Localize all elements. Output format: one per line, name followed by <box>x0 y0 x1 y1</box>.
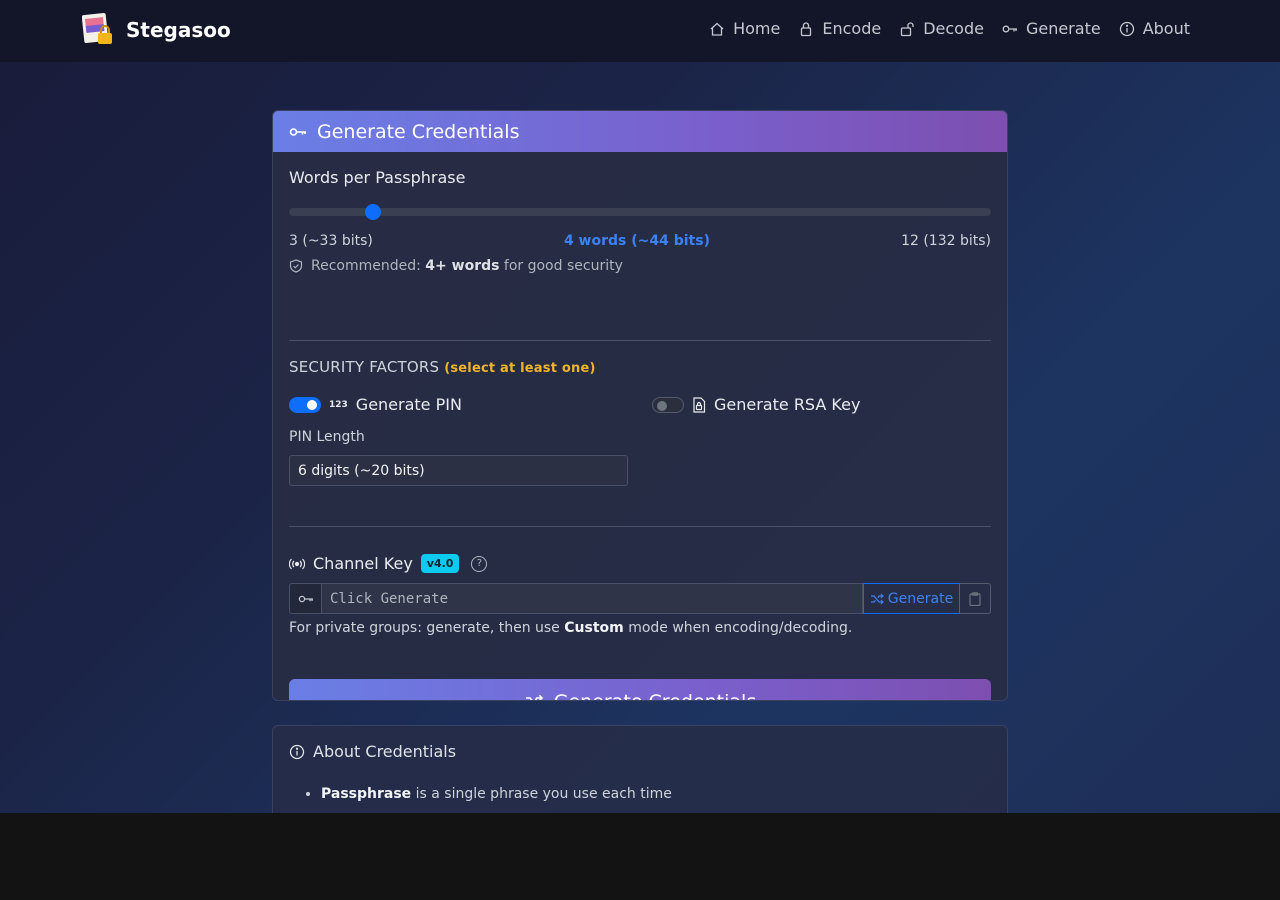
divider <box>289 340 991 341</box>
channel-generate-label: Generate <box>887 590 954 607</box>
shuffle-icon <box>870 593 884 604</box>
lock-icon <box>801 21 812 36</box>
recommend-prefix: Recommended: <box>311 258 421 274</box>
nav-links: Home Encode Decode Generate About <box>709 19 1190 38</box>
brand[interactable]: Stegasoo <box>81 13 231 47</box>
copy-button[interactable] <box>960 583 991 614</box>
security-title-text: SECURITY FACTORS <box>289 358 440 376</box>
words-slider[interactable] <box>289 204 991 220</box>
rsa-toggle-row[interactable]: Generate RSA Key <box>652 395 860 414</box>
nav-about[interactable]: About <box>1119 19 1190 38</box>
rsa-toggle[interactable] <box>652 396 684 413</box>
channel-key-input[interactable]: Click Generate <box>321 583 863 614</box>
nav-generate-label: Generate <box>1025 19 1101 38</box>
about-card: About Credentials Passphrase is a single… <box>272 725 1008 813</box>
divider <box>289 526 991 527</box>
channel-key-placeholder: Click Generate <box>330 590 449 607</box>
slider-thumb[interactable] <box>365 204 382 220</box>
brand-name: Stegasoo <box>126 18 231 42</box>
numbers-icon: 123 <box>329 399 348 410</box>
about-item-text: is a single phrase you use each time <box>415 786 672 802</box>
key-icon <box>1002 25 1017 32</box>
help-bold: Custom <box>564 620 624 636</box>
broadcast-icon <box>289 558 305 569</box>
channel-key-row: Channel Key v4.0 ? <box>289 554 488 573</box>
toggle-knob <box>657 400 667 411</box>
nav-home-label: Home <box>733 19 781 38</box>
security-note: (select at least one) <box>444 361 596 376</box>
nav-home[interactable]: Home <box>709 19 780 38</box>
info-icon <box>289 744 305 759</box>
stegasoo-logo-icon <box>81 13 116 47</box>
recommend-bold: 4+ words <box>425 258 500 274</box>
help-suffix: mode when encoding/decoding. <box>628 620 853 636</box>
words-label: Words per Passphrase <box>289 168 466 187</box>
shuffle-icon <box>525 694 543 700</box>
recommend-suffix: for good security <box>503 258 623 274</box>
nav-decode-label: Decode <box>923 19 984 38</box>
question-circle-icon[interactable]: ? <box>471 555 488 572</box>
home-icon <box>710 22 724 36</box>
generate-card-body: Words per Passphrase 3 (~33 bits) 4 word… <box>273 152 1007 700</box>
bottom-strip <box>0 813 1280 900</box>
key-icon <box>289 583 321 614</box>
slider-labels: 3 (~33 bits) 4 words (~44 bits) 12 (132 … <box>289 233 991 249</box>
pin-length-select[interactable]: 6 digits (~20 bits) <box>289 455 628 486</box>
pin-length-label: PIN Length <box>289 429 365 445</box>
generate-credentials-label: Generate Credentials <box>554 691 756 700</box>
channel-generate-button[interactable]: Generate <box>863 583 960 614</box>
channel-key-input-group: Click Generate Generate <box>289 583 991 614</box>
security-factors-title: SECURITY FACTORS (select at least one) <box>289 358 596 376</box>
slider-max-label: 12 (132 bits) <box>901 233 991 249</box>
generate-card-title: Generate Credentials <box>317 120 520 143</box>
rsa-toggle-label: Generate RSA Key <box>714 395 861 414</box>
about-list: Passphrase is a single phrase you use ea… <box>321 780 672 808</box>
channel-key-label: Channel Key <box>313 554 413 573</box>
about-item-bold: Passphrase <box>321 786 412 802</box>
pin-length-value: 6 digits (~20 bits) <box>298 462 425 479</box>
version-badge: v4.0 <box>420 554 460 573</box>
generate-credentials-button[interactable]: Generate Credentials <box>289 679 991 700</box>
toggle-knob <box>307 399 317 410</box>
unlock-icon <box>901 21 914 36</box>
file-lock-icon <box>693 396 706 413</box>
about-card-title: About Credentials <box>313 742 457 761</box>
pin-toggle[interactable] <box>289 396 321 413</box>
nav-encode[interactable]: Encode <box>798 19 881 38</box>
pin-toggle-row[interactable]: 123 Generate PIN <box>289 395 462 414</box>
generate-card-header: Generate Credentials <box>273 111 1007 152</box>
shield-check-icon <box>289 259 303 273</box>
slider-min-label: 3 (~33 bits) <box>289 233 373 249</box>
key-icon <box>289 127 306 136</box>
recommendation-hint: Recommended: 4+ words for good security <box>289 258 623 274</box>
help-prefix: For private groups: generate, then use <box>289 620 560 636</box>
info-icon <box>1119 21 1134 36</box>
nav-decode[interactable]: Decode <box>899 19 984 38</box>
list-item: Passphrase is a single phrase you use ea… <box>321 780 672 808</box>
page-viewport: Stegasoo Home Encode Decode Generate Abo… <box>0 0 1280 813</box>
nav-encode-label: Encode <box>822 19 882 38</box>
channel-key-help: For private groups: generate, then use C… <box>289 620 852 636</box>
slider-current-label: 4 words (~44 bits) <box>563 233 710 249</box>
pin-toggle-label: Generate PIN <box>355 395 462 414</box>
nav-generate[interactable]: Generate <box>1002 19 1101 38</box>
about-card-header: About Credentials <box>289 742 456 761</box>
navbar: Stegasoo Home Encode Decode Generate Abo… <box>0 0 1280 62</box>
generate-card: Generate Credentials Words per Passphras… <box>272 110 1008 701</box>
clipboard-icon <box>969 591 981 606</box>
nav-about-label: About <box>1142 19 1190 38</box>
